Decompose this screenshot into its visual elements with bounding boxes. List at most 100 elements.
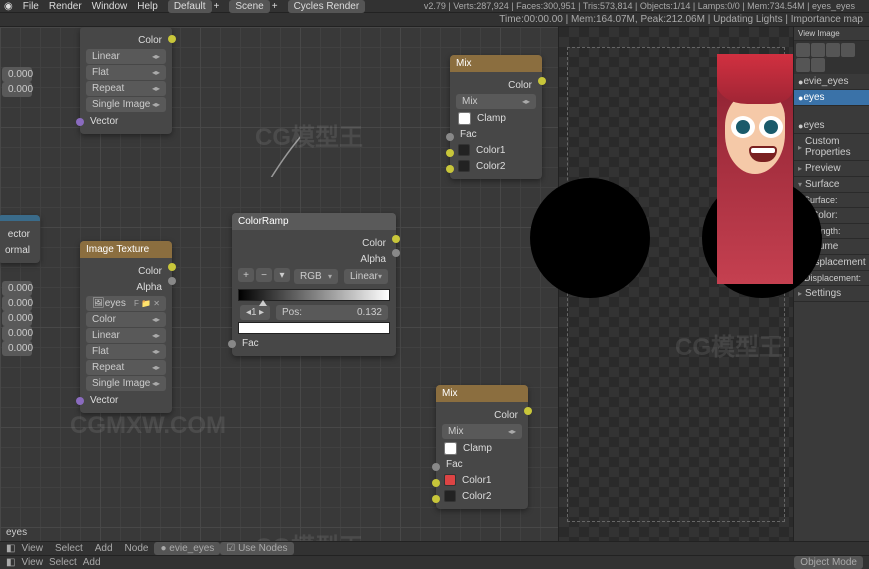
menu-node[interactable]: Node	[125, 543, 149, 554]
node-header[interactable]: Mix	[436, 385, 528, 402]
dropdown[interactable]: Flat◂▸	[86, 344, 166, 359]
node-mix-a[interactable]: Mix Color Mix◂▸ Clamp Fac Color1 Color2	[450, 55, 542, 179]
socket-label: Color	[494, 410, 518, 421]
remove-stop-button[interactable]: −	[256, 268, 272, 282]
num-field[interactable]: 0.000	[2, 326, 32, 341]
node-mix-b[interactable]: Mix Color Mix◂▸ Clamp Fac Color1 Color2	[436, 385, 528, 509]
num-field[interactable]: 0.000	[2, 281, 32, 296]
color-swatch[interactable]	[444, 474, 456, 486]
dropdown[interactable]: Linear◂▸	[86, 49, 166, 64]
blend-dropdown[interactable]: Mix◂▸	[456, 94, 536, 109]
clamp-label: Clamp	[477, 113, 506, 124]
dropdown[interactable]: Single Image◂▸	[86, 376, 166, 391]
tab-icon[interactable]	[811, 58, 825, 72]
menu-help[interactable]: Help	[137, 1, 158, 12]
interp-dropdown[interactable]: Linear▾	[344, 269, 388, 284]
scene-dropdown[interactable]: Scene	[229, 0, 269, 13]
editor-type-icon[interactable]: ◧	[6, 543, 15, 554]
socket-fac[interactable]	[432, 463, 440, 471]
num-field[interactable]: 0.000	[2, 311, 32, 326]
socket-color1[interactable]	[432, 479, 440, 487]
socket-alpha[interactable]	[392, 249, 400, 257]
section-settings[interactable]: ▸Settings	[794, 286, 869, 302]
dropdown[interactable]: Repeat◂▸	[86, 81, 166, 96]
socket-color2[interactable]	[446, 165, 454, 173]
node-tex-top[interactable]: Color Linear◂▸ Flat◂▸ Repeat◂▸ Single Im…	[80, 27, 172, 134]
flip-icon[interactable]: ▾	[274, 268, 290, 282]
socket-color1[interactable]	[446, 149, 454, 157]
add-layout-icon[interactable]: +	[214, 1, 220, 12]
tab-icon[interactable]	[796, 43, 810, 57]
editor-type-icon[interactable]: ◧	[6, 557, 15, 568]
layout-dropdown[interactable]: Default	[168, 0, 212, 13]
breadcrumb: eyes	[6, 527, 27, 538]
dropdown[interactable]: Color◂▸	[86, 312, 166, 327]
colorramp-gradient[interactable]	[238, 289, 390, 301]
add-scene-icon[interactable]: +	[272, 1, 278, 12]
menu-add[interactable]: Add	[83, 557, 101, 568]
use-nodes-toggle[interactable]: ☑ Use Nodes	[220, 542, 293, 555]
stop-index[interactable]: ◂1▸	[240, 305, 270, 320]
menu-select[interactable]: Select	[55, 543, 83, 554]
section-custom-props[interactable]: ▸Custom Properties	[794, 134, 869, 161]
clamp-checkbox[interactable]	[458, 112, 471, 125]
clamp-checkbox[interactable]	[444, 442, 457, 455]
blender-icon[interactable]: ◉	[4, 1, 13, 12]
socket-fac[interactable]	[446, 133, 454, 141]
color-swatch[interactable]	[458, 160, 470, 172]
tab-icon[interactable]	[811, 43, 825, 57]
socket-color[interactable]	[168, 35, 176, 43]
color-swatch[interactable]	[444, 490, 456, 502]
menu-view[interactable]: View	[21, 557, 43, 568]
node-colorramp[interactable]: ColorRamp Color Alpha + − ▾ RGB▾ Linear▾…	[232, 213, 396, 356]
socket-vector[interactable]	[76, 118, 84, 126]
node-editor[interactable]: ector ormal 0.000 0.000 0.000 0.000 0.00…	[0, 27, 558, 542]
material-slot-active[interactable]: ● eyes	[794, 90, 869, 106]
num-field[interactable]: 0.000	[2, 82, 32, 97]
ramp-handle[interactable]	[259, 300, 267, 306]
menu-window[interactable]: Window	[92, 1, 128, 12]
interp-dropdown[interactable]: RGB▾	[294, 269, 338, 284]
dropdown[interactable]: Single Image◂▸	[86, 97, 166, 112]
socket-color[interactable]	[524, 407, 532, 415]
section-surface[interactable]: ▾Surface	[794, 177, 869, 193]
socket-color[interactable]	[168, 263, 176, 271]
node-partial-left[interactable]: ector ormal	[0, 215, 40, 263]
dropdown[interactable]: Repeat◂▸	[86, 360, 166, 375]
menu-add[interactable]: Add	[95, 543, 113, 554]
color-swatch[interactable]	[238, 322, 390, 334]
socket-vector[interactable]	[76, 397, 84, 405]
node-header[interactable]: Mix	[450, 55, 542, 72]
node-header[interactable]: ColorRamp	[232, 213, 396, 230]
menu-select[interactable]: Select	[49, 557, 77, 568]
tab-icon[interactable]	[826, 43, 840, 57]
menu-view[interactable]: View	[21, 543, 43, 554]
socket-color[interactable]	[392, 235, 400, 243]
mode-dropdown[interactable]: Object Mode	[794, 556, 863, 569]
menu-render[interactable]: Render	[49, 1, 82, 12]
tab-icon[interactable]	[841, 43, 855, 57]
menu-file[interactable]: File	[23, 1, 39, 12]
node-image-texture[interactable]: Image Texture Color Alpha 🖼eyesF 📁 ✕ Col…	[80, 241, 172, 413]
num-field[interactable]: 0.000	[2, 296, 32, 311]
material-datablock[interactable]: ● eyes	[794, 118, 869, 134]
position-field[interactable]: Pos:0.132	[276, 305, 388, 320]
num-field[interactable]: 0.000	[2, 341, 32, 356]
tab-icon[interactable]	[796, 58, 810, 72]
material-dropdown[interactable]: ● evie_eyes	[154, 542, 220, 555]
dropdown[interactable]: Linear◂▸	[86, 328, 166, 343]
socket-alpha[interactable]	[168, 277, 176, 285]
socket-color2[interactable]	[432, 495, 440, 503]
add-stop-button[interactable]: +	[238, 268, 254, 282]
blend-dropdown[interactable]: Mix◂▸	[442, 424, 522, 439]
socket-color[interactable]	[538, 77, 546, 85]
socket-fac[interactable]	[228, 340, 236, 348]
image-selector[interactable]: 🖼eyesF 📁 ✕	[86, 296, 166, 311]
section-preview[interactable]: ▸Preview	[794, 161, 869, 177]
color-swatch[interactable]	[458, 144, 470, 156]
material-name[interactable]: ● evie_eyes	[794, 74, 869, 90]
num-field[interactable]: 0.000	[2, 67, 32, 82]
engine-dropdown[interactable]: Cycles Render	[288, 0, 366, 13]
dropdown[interactable]: Flat◂▸	[86, 65, 166, 80]
node-header[interactable]: Image Texture	[80, 241, 172, 258]
